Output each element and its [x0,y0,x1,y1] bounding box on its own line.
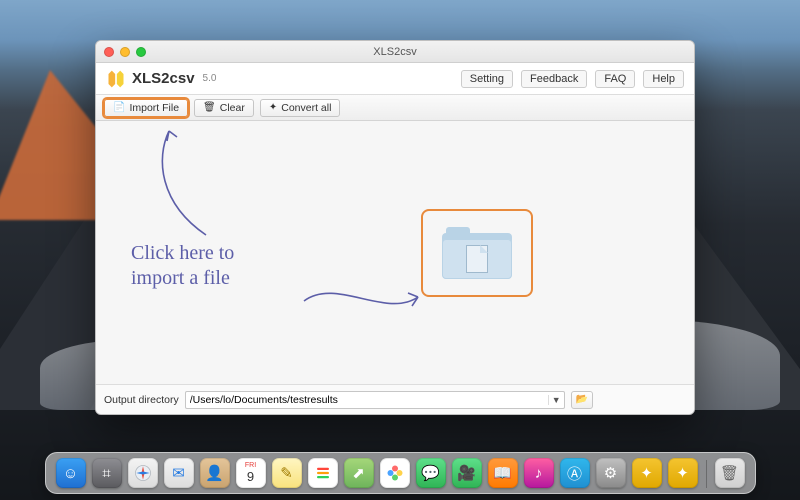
app-logo: XLS2csv 5.0 [106,69,216,89]
output-directory-combo[interactable]: ▼ [185,391,565,409]
window-controls [96,47,146,57]
annotation-arrow-icon [296,279,426,319]
help-button[interactable]: Help [643,70,684,88]
close-icon[interactable] [104,47,114,57]
output-directory-input[interactable] [186,394,548,406]
dock-facetime[interactable]: 🎥 [452,458,482,488]
clear-label: Clear [220,102,245,114]
dock-app-xls2csv[interactable]: ✦ [632,458,662,488]
import-icon: 📄 [113,102,125,113]
import-file-button[interactable]: 📄 Import File [104,99,188,117]
dock-finder[interactable]: ☺ [56,458,86,488]
dock-safari[interactable] [128,458,158,488]
calendar-day-label: 9 [247,469,254,484]
dock-mail[interactable]: ✉ [164,458,194,488]
folder-icon [442,227,512,279]
dock-notes[interactable]: ✎ [272,458,302,488]
trash-icon: 🗑 [203,102,216,113]
dock-app-xls2csv-alt[interactable]: ✦ [668,458,698,488]
app-header: XLS2csv 5.0 Setting Feedback FAQ Help [96,63,694,95]
dock-trash[interactable]: 🗑 [715,458,745,488]
app-name: XLS2csv [132,70,195,87]
folder-open-icon: 📂 [575,394,587,405]
toolbar: 📄 Import File 🗑 Clear ✦ Convert all [96,95,694,121]
content-area: Click here to import a file [96,121,694,384]
minimize-icon[interactable] [120,47,130,57]
annotation-arrow-icon [151,123,241,241]
import-file-label: Import File [129,102,179,114]
drop-zone[interactable] [421,209,533,297]
window-title: XLS2csv [96,46,694,58]
output-directory-label: Output directory [104,394,179,406]
dock-separator [706,460,707,488]
setting-button[interactable]: Setting [461,70,513,88]
dock-reminders[interactable] [308,458,338,488]
dock-messages[interactable]: 💬 [416,458,446,488]
dock: ☺ ⌗ ✉ 👤 FRI 9 ✎ ⬈ 💬 🎥 📖 ♪ Ⓐ ⚙ [45,452,756,494]
dock-ibooks[interactable]: 📖 [488,458,518,488]
browse-folder-button[interactable]: 📂 [571,391,593,409]
dock-appstore[interactable]: Ⓐ [560,458,590,488]
dock-container: ☺ ⌗ ✉ 👤 FRI 9 ✎ ⬈ 💬 🎥 📖 ♪ Ⓐ ⚙ [0,452,800,494]
app-version: 5.0 [203,73,217,84]
convert-all-button[interactable]: ✦ Convert all [260,99,341,117]
app-logo-icon [106,69,126,89]
convert-icon: ✦ [269,102,277,113]
dock-photos[interactable] [380,458,410,488]
dock-itunes[interactable]: ♪ [524,458,554,488]
chevron-down-icon[interactable]: ▼ [548,395,564,405]
titlebar[interactable]: XLS2csv [96,41,694,63]
footer: Output directory ▼ 📂 [96,384,694,414]
fullscreen-icon[interactable] [136,47,146,57]
dock-contacts[interactable]: 👤 [200,458,230,488]
feedback-button[interactable]: Feedback [521,70,587,88]
convert-all-label: Convert all [281,102,331,114]
app-window: XLS2csv XLS2csv 5.0 Setting Feedback FAQ… [95,40,695,415]
dock-calendar[interactable]: FRI 9 [236,458,266,488]
dock-maps[interactable]: ⬈ [344,458,374,488]
clear-button[interactable]: 🗑 Clear [194,99,254,117]
hint-line2: import a file [131,266,234,291]
faq-button[interactable]: FAQ [595,70,635,88]
hint-annotation: Click here to import a file [131,241,234,291]
calendar-month-label: FRI [245,462,256,469]
hint-line1: Click here to [131,241,234,266]
macos-desktop: XLS2csv XLS2csv 5.0 Setting Feedback FAQ… [0,0,800,500]
dock-preferences[interactable]: ⚙ [596,458,626,488]
dock-launchpad[interactable]: ⌗ [92,458,122,488]
